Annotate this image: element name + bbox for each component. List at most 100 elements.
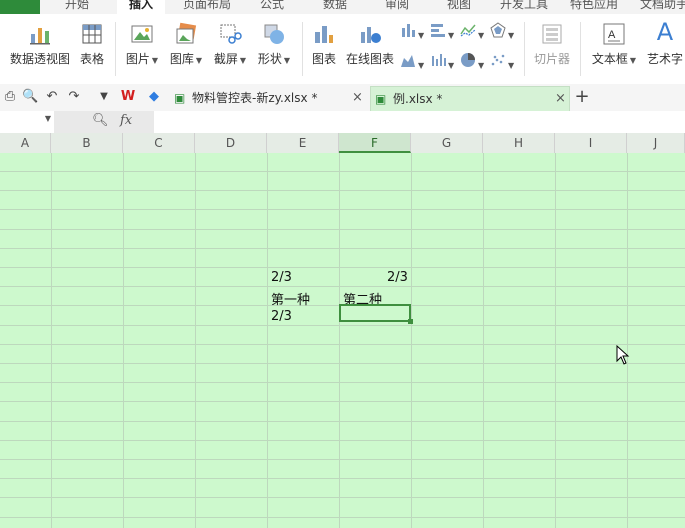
close-tab-icon[interactable]: × bbox=[555, 87, 566, 111]
horizontal-bar-icon bbox=[431, 24, 445, 37]
fx-icon[interactable]: fx bbox=[120, 113, 132, 128]
xls-file-icon: ▣ bbox=[174, 91, 186, 105]
picture-label: 图片 bbox=[125, 52, 150, 66]
grid-row-line bbox=[0, 401, 685, 402]
formula-input[interactable] bbox=[154, 111, 685, 133]
menu-tab-start[interactable]: 开始 bbox=[65, 0, 89, 12]
sheet-grid[interactable]: 2/3 2/3 第一种 第二种 2/3 bbox=[0, 153, 685, 528]
column-header-c[interactable]: C bbox=[123, 133, 195, 153]
wordart-icon: A bbox=[656, 18, 674, 46]
ribbon-toolbar: 数据透视图 表格 图片 ▼ 图库 ▼ 截屏 ▼ 形状 ▼ 图表 在线图表 ▼ ▼… bbox=[0, 14, 685, 85]
line-chart-icon bbox=[460, 24, 476, 37]
online-chart-button[interactable]: 在线图表 bbox=[346, 22, 394, 67]
column-chart-dropdown[interactable]: ▼ bbox=[400, 22, 426, 40]
cube-icon[interactable]: ◆ bbox=[146, 89, 162, 105]
menu-tab-special[interactable]: 特色应用 bbox=[570, 0, 618, 12]
bar-chart-icon bbox=[315, 26, 333, 43]
selected-cell-f8[interactable] bbox=[339, 304, 411, 322]
menu-tab-review[interactable]: 审阅 bbox=[385, 0, 409, 12]
grid-row-line bbox=[0, 286, 685, 287]
column-header-e[interactable]: E bbox=[267, 133, 339, 153]
menu-tab-data[interactable]: 数据 bbox=[323, 0, 347, 12]
menu-tab-developer[interactable]: 开发工具 bbox=[500, 0, 548, 12]
menu-tab-formula[interactable]: 公式 bbox=[260, 0, 284, 12]
pivot-chart-button[interactable]: 数据透视图 bbox=[10, 22, 70, 67]
grid-row-line bbox=[0, 421, 685, 422]
column-header-d[interactable]: D bbox=[195, 133, 267, 153]
column-header-j[interactable]: J bbox=[627, 133, 685, 153]
print-preview-icon[interactable]: 🔍 bbox=[22, 89, 38, 105]
app-menu-button[interactable] bbox=[0, 0, 40, 14]
undo-icon[interactable]: ↶ bbox=[44, 89, 60, 105]
grid-row-line bbox=[0, 209, 685, 210]
stock-chart-dropdown[interactable]: ▼ bbox=[430, 52, 456, 70]
gallery-label: 图库 bbox=[169, 52, 194, 66]
grid-row-line bbox=[0, 478, 685, 479]
grid-row-line bbox=[0, 171, 685, 172]
area-chart-dropdown[interactable]: ▼ bbox=[400, 52, 426, 70]
zoom-icon[interactable]: 🔍︎ bbox=[92, 113, 109, 128]
grid-row-line bbox=[0, 382, 685, 383]
grid-row-line bbox=[0, 459, 685, 460]
column-header-h[interactable]: H bbox=[483, 133, 555, 153]
menu-tab-view[interactable]: 视图 bbox=[447, 0, 471, 12]
shapes-button[interactable]: 形状 ▼ bbox=[256, 22, 292, 67]
scatter-chart-icon bbox=[491, 54, 505, 66]
pivot-chart-label: 数据透视图 bbox=[10, 52, 71, 66]
xls-file-icon: ▣ bbox=[375, 92, 387, 106]
pie-chart-dropdown[interactable]: ▼ bbox=[460, 52, 486, 70]
textbox-icon: A bbox=[603, 23, 625, 45]
wps-logo-icon[interactable]: W bbox=[120, 89, 136, 105]
chart-button[interactable]: 图表 bbox=[310, 22, 338, 67]
print-icon[interactable]: ⎙ bbox=[2, 89, 18, 105]
cell-f6[interactable]: 2/3 bbox=[387, 270, 408, 285]
tab-doc-example-label: 例.xlsx * bbox=[393, 92, 443, 106]
bar-chart-dropdown[interactable]: ▼ bbox=[430, 22, 456, 40]
column-header-b[interactable]: B bbox=[51, 133, 123, 153]
name-box[interactable]: ▼ bbox=[0, 111, 55, 133]
cell-e8[interactable]: 2/3 bbox=[271, 309, 292, 324]
column-chart-icon bbox=[402, 24, 415, 37]
textbox-button[interactable]: A 文本框 ▼ bbox=[590, 22, 638, 67]
quick-access-dropdown-icon[interactable]: ▼ bbox=[96, 89, 112, 105]
grid-row-line bbox=[0, 440, 685, 441]
slicer-button[interactable]: 切片器 bbox=[532, 22, 572, 67]
scatter-chart-dropdown[interactable]: ▼ bbox=[490, 52, 516, 70]
name-box-dropdown-icon[interactable]: ▼ bbox=[45, 114, 51, 123]
textbox-label: 文本框 bbox=[591, 52, 628, 66]
grid-row-line bbox=[0, 190, 685, 191]
grid-row-line bbox=[0, 344, 685, 345]
area-chart-icon bbox=[401, 55, 415, 67]
redo-icon[interactable]: ↷ bbox=[66, 89, 82, 105]
grid-row-line bbox=[0, 267, 685, 268]
document-tab-bar: ⎙ 🔍 ↶ ↷ ▼ W ◆ ▣ 物料管控表-新zy.xlsx * × ▣ 例.x… bbox=[0, 84, 685, 112]
close-tab-icon[interactable]: × bbox=[352, 86, 363, 110]
ribbon-separator bbox=[580, 22, 581, 76]
grid-row-line bbox=[0, 248, 685, 249]
radar-chart-dropdown[interactable]: ▼ bbox=[490, 22, 516, 40]
menu-tab-insert[interactable]: 插入 bbox=[117, 0, 166, 14]
wordart-button[interactable]: A 艺术字 bbox=[646, 18, 684, 67]
column-header-a[interactable]: A bbox=[0, 133, 51, 153]
column-header-f[interactable]: F bbox=[339, 133, 411, 153]
menu-tab-page-layout[interactable]: 页面布局 bbox=[183, 0, 231, 12]
table-button[interactable]: 表格 bbox=[78, 22, 106, 67]
column-header-g[interactable]: G bbox=[411, 133, 483, 153]
picture-button[interactable]: 图片 ▼ bbox=[124, 22, 160, 67]
add-tab-button[interactable]: + bbox=[574, 88, 590, 106]
line-chart-dropdown[interactable]: ▼ bbox=[460, 22, 486, 40]
ribbon-separator bbox=[302, 22, 303, 76]
slicer-icon bbox=[542, 24, 562, 44]
tab-doc-material-control[interactable]: ▣ 物料管控表-新zy.xlsx * × bbox=[172, 86, 368, 110]
column-header-i[interactable]: I bbox=[555, 133, 627, 153]
cell-e6[interactable]: 2/3 bbox=[271, 270, 292, 285]
gallery-button[interactable]: 图库 ▼ bbox=[168, 22, 204, 67]
fill-handle[interactable] bbox=[408, 319, 413, 324]
tab-doc-example[interactable]: ▣ 例.xlsx * × bbox=[370, 86, 570, 111]
screenshot-button[interactable]: 截屏 ▼ bbox=[212, 22, 248, 67]
shapes-label: 形状 bbox=[257, 52, 282, 66]
cell-e7[interactable]: 第一种 bbox=[271, 289, 310, 308]
scissors-icon bbox=[220, 24, 242, 44]
menu-bar: 开始 插入 页面布局 公式 数据 审阅 视图 开发工具 特色应用 文档助手 bbox=[0, 0, 685, 14]
menu-tab-doc-helper[interactable]: 文档助手 bbox=[640, 0, 685, 12]
